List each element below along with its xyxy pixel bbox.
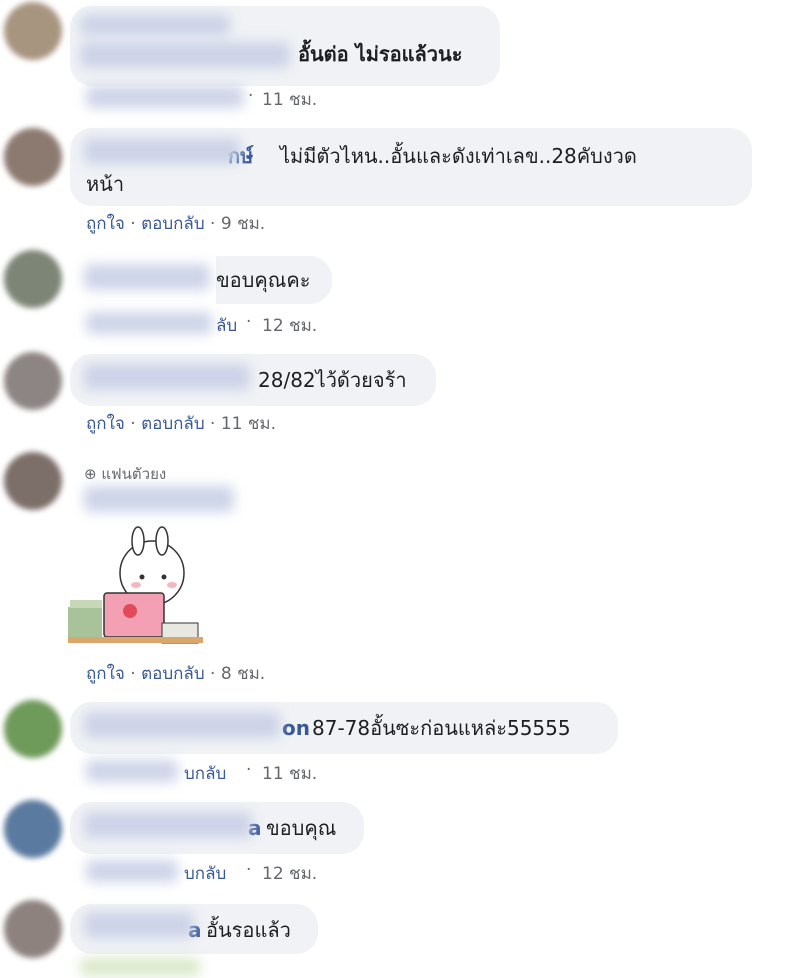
reply-link[interactable]: ตอบกลับ (141, 414, 205, 434)
reply-link[interactable]: ตอบกลับ (141, 214, 205, 234)
like-link[interactable]: ถูกใจ (86, 664, 125, 684)
globe-icon: ⊕ (84, 465, 97, 483)
reply-link[interactable]: บกลับ (184, 860, 226, 887)
author-name-blur (84, 912, 194, 938)
reply-link[interactable]: บกลับ (184, 760, 226, 787)
bunny-laptop-sticker[interactable] (68, 525, 203, 650)
comment-meta: ถูกใจ · ตอบกลับ · 11 ชม. (86, 414, 277, 434)
comment-text: 87-78อั้นซะก่อนแหล่ะ55555 (312, 716, 571, 740)
comment-time[interactable]: 9 ชม. (221, 214, 265, 234)
author-name-blur (84, 264, 210, 290)
author-name-blur (84, 812, 252, 838)
author-name-blur (84, 364, 250, 390)
avatar[interactable] (4, 452, 62, 510)
comment-text: ขอบคุณ (266, 816, 337, 840)
author-name-blur (84, 138, 240, 164)
reply-link[interactable]: ลับ (216, 312, 237, 339)
avatar[interactable] (4, 128, 62, 186)
author-name-blur (84, 486, 234, 512)
comment-text: ขอบคุณคะ (216, 268, 311, 292)
comment-text: 28/82ไว้ด้วยจร้า (258, 368, 407, 392)
comment-time[interactable]: 8 ชม. (221, 664, 265, 684)
comment-text: อั้นรอแล้ว (206, 918, 291, 942)
reply-link[interactable]: ตอบกลับ (141, 664, 205, 684)
like-link[interactable]: ถูกใจ (86, 414, 125, 434)
comment-time[interactable]: 12 ชม. (262, 312, 317, 339)
avatar[interactable] (4, 352, 62, 410)
avatar[interactable] (4, 900, 62, 958)
avatar[interactable] (4, 2, 62, 60)
comment-text: ไม่มีตัวไหน..อั้นและดังเท่าเลข..28คับงวด (280, 144, 637, 168)
fan-badge: ⊕ แฟนตัวยง (84, 465, 167, 483)
author-name-blur (84, 712, 280, 738)
avatar[interactable] (4, 700, 62, 758)
comment-meta: ถูกใจ · ตอบกลับ · 8 ชม. (86, 664, 266, 684)
comment-time[interactable]: 11 ชม. (221, 414, 276, 434)
reaction-blur (80, 958, 200, 976)
like-link[interactable]: ถูกใจ (86, 214, 125, 234)
avatar[interactable] (4, 250, 62, 308)
comment-author[interactable]: on (282, 714, 310, 742)
comment-text: หน้า (86, 172, 125, 196)
author-name-blur (80, 14, 230, 36)
comment-time[interactable]: 12 ชม. (262, 860, 317, 887)
avatar[interactable] (4, 800, 62, 858)
comment-time[interactable]: 11 ชม. (262, 760, 317, 787)
comment-meta: ถูกใจ · ตอบกลับ · 9 ชม. (86, 214, 266, 234)
author-name-blur (80, 42, 290, 68)
comment-time[interactable]: 11 ชม. (262, 86, 317, 113)
comment-text: อั้นต่อ ไม่รอแล้วนะ (298, 42, 463, 66)
